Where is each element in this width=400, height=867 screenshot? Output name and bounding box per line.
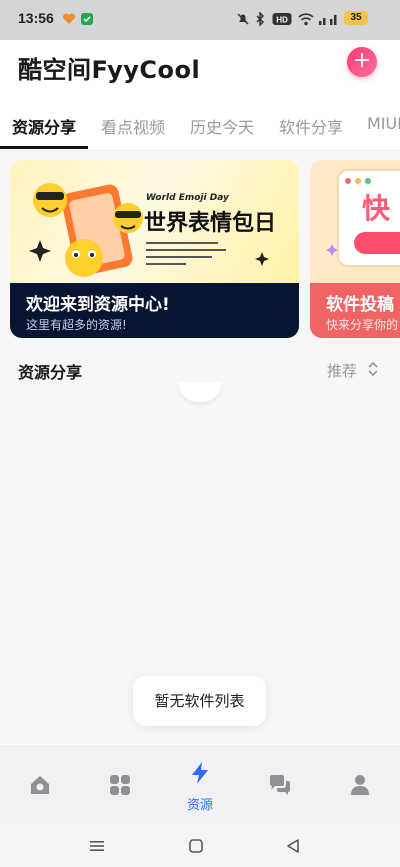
profile-icon: [351, 775, 369, 795]
mute-icon: [237, 13, 249, 25]
nav-profile[interactable]: [320, 747, 400, 825]
battery-indicator: 35: [344, 11, 368, 25]
tab-resource-share[interactable]: 资源分享: [12, 114, 76, 138]
banner-title: 欢迎来到资源中心!: [26, 295, 170, 315]
tab-videos[interactable]: 看点视频: [101, 114, 165, 138]
nav-apps[interactable]: [80, 747, 160, 825]
art-title: 快: [362, 192, 391, 225]
nav-home[interactable]: [0, 747, 80, 825]
hd-icon: HD: [272, 13, 292, 25]
category-tabs: 资源分享 看点视频 历史今天 软件分享 MIUI: [0, 102, 400, 151]
back-button-icon[interactable]: [286, 838, 300, 854]
nav-resources-label: 资源: [186, 798, 213, 813]
add-button[interactable]: +: [347, 47, 377, 77]
empty-state-toast: 暂无软件列表: [133, 676, 266, 726]
app-title: 酷空间FyyCool: [18, 56, 201, 84]
heart-notification-icon: [62, 13, 76, 24]
nav-messages[interactable]: [240, 747, 320, 825]
banner-title: 软件投稿: [326, 295, 394, 315]
signal-icon: [319, 15, 337, 25]
bluetooth-icon: [256, 12, 265, 26]
pull-refresh-indicator: [178, 382, 222, 402]
app-header: 酷空间FyyCool: [0, 40, 400, 102]
shield-notification-icon: [81, 13, 93, 25]
tab-history-today[interactable]: 历史今天: [190, 114, 254, 138]
banner-submit-software[interactable]: 快 软件投稿 快来分享你的: [310, 160, 400, 338]
apps-grid-icon: [110, 775, 130, 795]
lightning-icon: [192, 762, 208, 784]
banner-artwork: 快: [310, 160, 400, 283]
status-time: 13:56: [18, 10, 54, 26]
section-title: 资源分享: [18, 363, 83, 382]
banner-subtitle: 这里有超多的资源!: [26, 318, 127, 332]
banner-artwork: World Emoji Day 世界表情包日: [10, 160, 299, 283]
sort-toggle-icon[interactable]: [367, 360, 379, 378]
chat-icon: [270, 775, 290, 795]
recent-apps-icon[interactable]: [89, 840, 105, 852]
banner-welcome[interactable]: World Emoji Day 世界表情包日 欢迎来到资源中心! 这里有超多的资…: [10, 160, 299, 338]
system-navigation-bar: [0, 824, 400, 867]
wifi-icon: [298, 13, 314, 26]
sort-selector[interactable]: 推荐: [327, 360, 357, 381]
banner-subtitle: 快来分享你的: [326, 318, 399, 332]
svg-text:HD: HD: [276, 16, 288, 25]
bottom-navigation: 资源: [0, 746, 400, 825]
nav-resources[interactable]: 资源: [160, 747, 240, 825]
active-tab-indicator: [0, 146, 88, 149]
art-heading: World Emoji Day: [146, 193, 230, 203]
tab-software-share[interactable]: 软件分享: [279, 114, 343, 138]
status-bar: 13:56 HD 35: [0, 0, 400, 40]
art-title: 世界表情包日: [144, 210, 276, 236]
home-icon: [31, 776, 49, 794]
tab-miui[interactable]: MIUI: [367, 114, 400, 133]
emoji-illustration: World Emoji Day 世界表情包日: [29, 183, 276, 277]
home-button-icon[interactable]: [189, 839, 203, 853]
